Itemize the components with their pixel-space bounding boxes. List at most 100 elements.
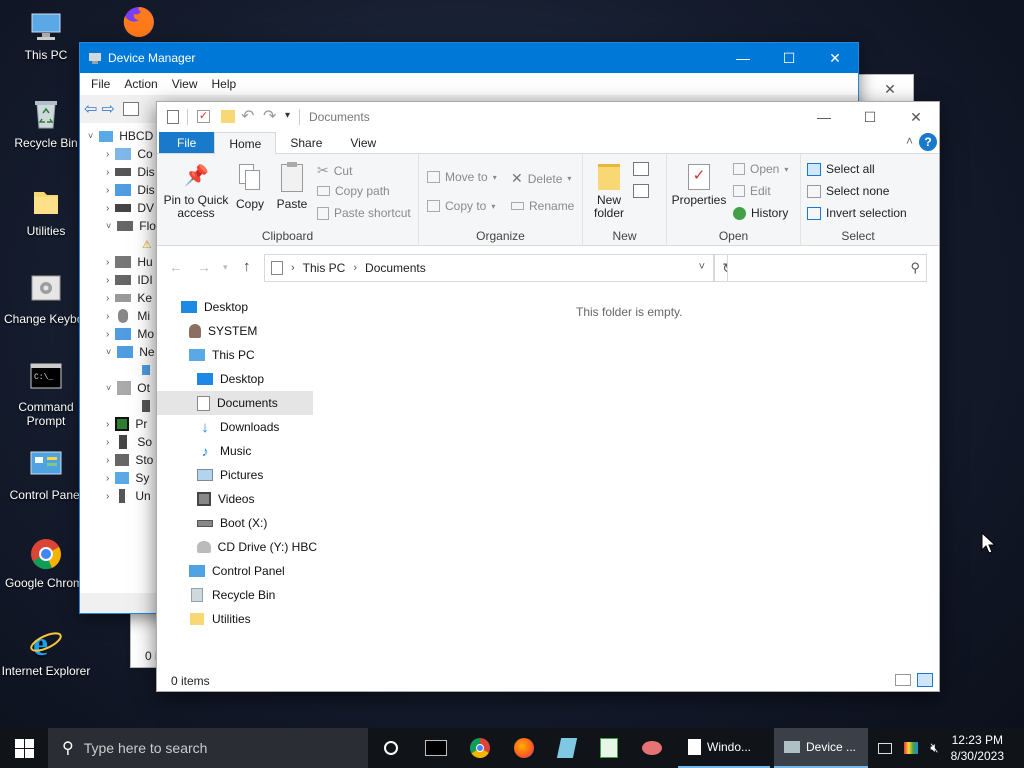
taskbar-window-2[interactable]: Device ...: [774, 728, 868, 768]
tree-row[interactable]: › So: [80, 433, 156, 451]
device-manager-titlebar[interactable]: Device Manager — ☐ ✕: [80, 43, 858, 73]
start-button[interactable]: [0, 728, 48, 768]
new-item-icon[interactable]: [633, 162, 649, 176]
select-none-button[interactable]: Select none: [807, 184, 889, 198]
volume-muted-icon[interactable]: 🔇︎: [930, 740, 938, 756]
network-tray-icon[interactable]: [878, 742, 893, 754]
desktop-icon-firefox[interactable]: [93, 4, 185, 44]
select-all-button[interactable]: Select all: [807, 162, 875, 176]
checkbox-quick-icon[interactable]: ✓: [197, 110, 210, 123]
nav-item-desktop[interactable]: Desktop: [157, 295, 317, 319]
forward-arrow-icon[interactable]: ⇨: [101, 99, 114, 119]
file-explorer-window[interactable]: ✓ ↶ ↷ ▾ Documents — ☐ ✕ File Home Share …: [156, 101, 940, 692]
customize-qat-icon[interactable]: ▾: [285, 110, 290, 121]
address-dropdown-icon[interactable]: ˅: [699, 261, 705, 273]
tree-row[interactable]: › IDI: [80, 271, 156, 289]
easy-access-icon[interactable]: [633, 184, 649, 198]
tree-row[interactable]: › Pr: [80, 415, 156, 433]
tree-row-root[interactable]: ˅ HBCD: [80, 127, 156, 145]
back-arrow-icon[interactable]: ⇦: [84, 99, 97, 119]
move-to-button[interactable]: Move to ▾: [427, 170, 497, 184]
nav-item-videos[interactable]: Videos: [157, 487, 317, 511]
tree-row[interactable]: › Mo: [80, 325, 156, 343]
nav-item-system-user[interactable]: SYSTEM: [157, 319, 317, 343]
nav-item-control-panel[interactable]: Control Panel: [157, 559, 317, 583]
tree-row[interactable]: ˅ Ne: [80, 343, 156, 361]
menu-action[interactable]: Action: [117, 77, 164, 91]
properties-button[interactable]: ✓ Properties: [671, 164, 727, 207]
rename-button[interactable]: Rename: [511, 199, 574, 213]
cut-button[interactable]: ✂ Cut: [317, 162, 352, 179]
forward-button[interactable]: →: [197, 259, 211, 275]
tree-row[interactable]: ˅ Flo: [80, 217, 156, 235]
taskbar-command-prompt[interactable]: [414, 728, 458, 768]
tree-row[interactable]: › Co: [80, 145, 156, 163]
paste-shortcut-button[interactable]: Paste shortcut: [317, 206, 411, 220]
taskbar-search-box[interactable]: ⚲ Type here to search: [48, 728, 368, 768]
large-icons-view-icon[interactable]: [917, 673, 933, 687]
edit-button[interactable]: Edit: [733, 184, 771, 198]
menu-help[interactable]: Help: [205, 77, 244, 91]
tree-row[interactable]: [80, 397, 156, 415]
breadcrumb-documents[interactable]: Documents: [365, 261, 426, 275]
pin-quick-access-button[interactable]: 📌 Pin to Quick access: [161, 164, 231, 220]
maximize-button[interactable]: ☐: [847, 102, 893, 132]
close-button[interactable]: ✕: [893, 102, 939, 132]
nav-item-pictures[interactable]: Pictures: [157, 463, 317, 487]
minimize-button[interactable]: —: [801, 102, 847, 132]
nav-item-music[interactable]: ♪ Music: [157, 439, 317, 463]
search-box[interactable]: ⚲: [727, 254, 927, 282]
invert-selection-button[interactable]: Invert selection: [807, 206, 907, 220]
tree-row[interactable]: ⚠: [80, 235, 156, 253]
tree-row[interactable]: › Sto: [80, 451, 156, 469]
history-button[interactable]: History: [733, 206, 788, 220]
tree-row[interactable]: › Un: [80, 487, 156, 505]
notifications-icon[interactable]: [1012, 728, 1024, 768]
help-icon[interactable]: ?: [919, 133, 937, 151]
copy-to-button[interactable]: Copy to ▾: [427, 199, 495, 213]
task-view-button[interactable]: [368, 728, 414, 768]
close-icon[interactable]: ✕: [867, 75, 913, 103]
desktop-icon-internet-explorer[interactable]: e Internet Explorer: [0, 624, 92, 678]
tree-row[interactable]: › Sy: [80, 469, 156, 487]
delete-button[interactable]: ✕ Delete ▾: [511, 170, 571, 187]
tree-row[interactable]: › DV: [80, 199, 156, 217]
tree-row[interactable]: › Mi: [80, 307, 156, 325]
paste-button[interactable]: Paste: [273, 162, 311, 211]
back-button[interactable]: ←: [169, 259, 183, 275]
nav-item-cd-drive[interactable]: CD Drive (Y:) HBC: [157, 535, 317, 559]
tab-home[interactable]: Home: [214, 132, 277, 154]
undo-icon[interactable]: ↶: [241, 106, 254, 126]
nav-item-utilities[interactable]: Utilities: [157, 607, 317, 631]
tab-share[interactable]: Share: [276, 132, 336, 153]
redo-icon[interactable]: ↷: [263, 106, 276, 126]
taskbar-firefox[interactable]: [502, 728, 546, 768]
new-folder-quick-icon[interactable]: [221, 110, 235, 123]
new-folder-button[interactable]: New folder: [587, 164, 631, 220]
tree-row[interactable]: › Dis: [80, 163, 156, 181]
menu-file[interactable]: File: [84, 77, 117, 91]
address-bar[interactable]: › This PC › Documents ˅: [264, 254, 714, 282]
maximize-button[interactable]: ☐: [766, 43, 812, 73]
taskbar-app-3[interactable]: [630, 728, 674, 768]
tree-row[interactable]: › Hu: [80, 253, 156, 271]
open-button[interactable]: Open ▾: [733, 162, 788, 176]
nav-item-recycle-bin[interactable]: Recycle Bin: [157, 583, 317, 607]
close-button[interactable]: ✕: [812, 43, 858, 73]
copy-button[interactable]: Copy: [233, 164, 267, 211]
nav-item-downloads[interactable]: ↓ Downloads: [157, 415, 317, 439]
display-tray-icon[interactable]: [904, 742, 919, 754]
nav-item-boot-drive[interactable]: Boot (X:): [157, 511, 317, 535]
breadcrumb-this-pc[interactable]: This PC: [303, 261, 346, 275]
minimize-button[interactable]: —: [720, 43, 766, 73]
search-input[interactable]: [732, 256, 902, 280]
collapse-ribbon-icon[interactable]: ˄: [906, 134, 913, 148]
explorer-titlebar[interactable]: ✓ ↶ ↷ ▾ Documents — ☐ ✕: [157, 102, 939, 132]
taskbar-chrome[interactable]: [458, 728, 502, 768]
tab-view[interactable]: View: [336, 132, 390, 153]
tree-row[interactable]: [80, 361, 156, 379]
clock[interactable]: 12:23 PM 8/30/2023: [945, 732, 1012, 764]
taskbar-app-2[interactable]: [588, 728, 630, 768]
taskbar-window-1[interactable]: Windo...: [678, 728, 770, 768]
tree-row[interactable]: ˅ Ot: [80, 379, 156, 397]
